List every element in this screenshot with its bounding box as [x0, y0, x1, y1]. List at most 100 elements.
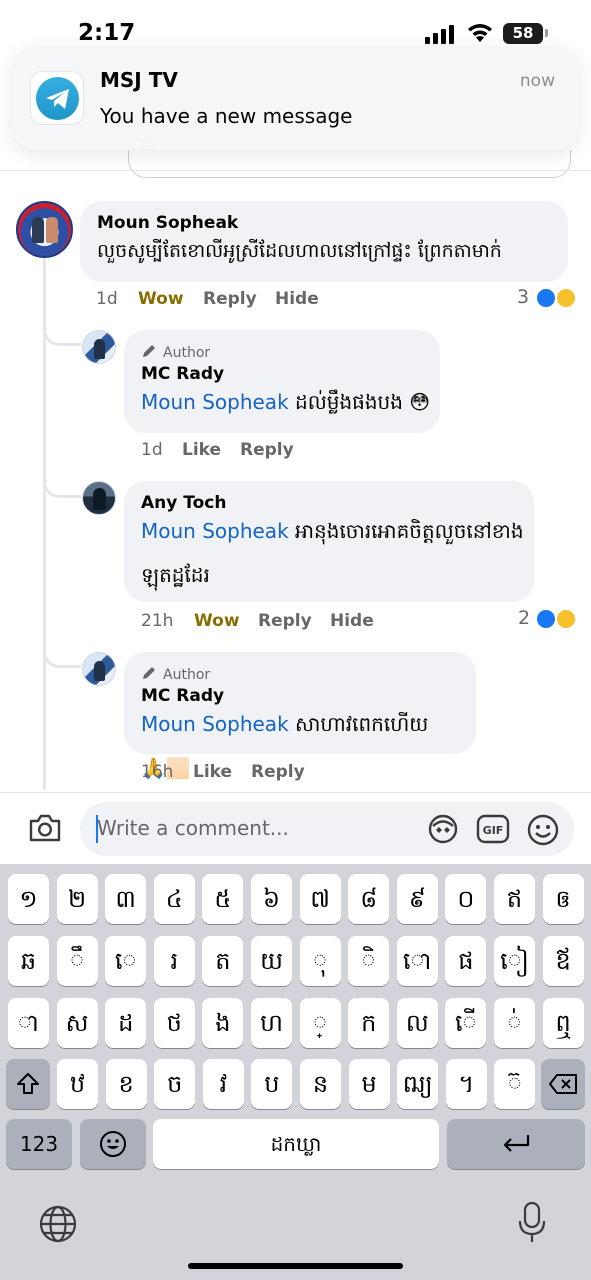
letter-key[interactable]: ឪ	[542, 936, 584, 986]
letter-key[interactable]: ា	[8, 998, 49, 1048]
previous-comment-box	[128, 150, 571, 178]
wow-reaction-icon	[555, 608, 577, 630]
letter-key[interactable]: ឥ	[494, 874, 535, 924]
comment-composer: Write a comment... GIF	[0, 792, 591, 864]
mention-link[interactable]: Moun Sopheak	[141, 519, 289, 543]
letter-key[interactable]: ឋ	[57, 1059, 98, 1109]
letter-key[interactable]: ល	[396, 998, 438, 1048]
comment-actions: 1d Like Reply	[141, 440, 341, 464]
letter-key[interactable]: ដ	[105, 998, 147, 1048]
avatar[interactable]	[82, 481, 116, 515]
letter-key[interactable]: ៨	[348, 874, 390, 924]
letter-key[interactable]: ឲ	[542, 874, 584, 924]
shift-icon	[17, 1073, 39, 1094]
letter-key[interactable]: ស	[56, 998, 98, 1048]
letter-key[interactable]: េ	[105, 936, 147, 986]
reply-button[interactable]: Reply	[258, 611, 312, 631]
reaction-summary[interactable]: 2	[518, 607, 582, 633]
like-button[interactable]: Like	[193, 762, 232, 782]
letter-key[interactable]: ៀ	[494, 936, 535, 986]
comment-text: លួចសូម្បីតែខោលីអូស្រីដែលហាលនៅក្រៅផ្ទះ ព្…	[97, 240, 502, 262]
letter-key[interactable]: ង	[202, 998, 244, 1048]
reaction-summary[interactable]: 3	[517, 286, 581, 312]
letter-key[interactable]: ៥	[202, 874, 244, 924]
letter-key[interactable]: ៊	[494, 1059, 536, 1109]
letter-key[interactable]: ត	[202, 936, 244, 986]
letter-key[interactable]: ឆ	[8, 936, 49, 986]
backspace-key[interactable]	[541, 1059, 585, 1109]
avatar[interactable]	[82, 652, 116, 686]
avatar[interactable]	[16, 201, 73, 258]
comment-bubble[interactable]: Moun Sopheak លួចសូម្បីតែខោលីអូស្រីដែលហាល…	[80, 201, 568, 282]
return-key[interactable]	[447, 1119, 585, 1169]
letter-key[interactable]: ិ	[348, 936, 390, 986]
notification-banner[interactable]: MSJ TV You have a new message now	[12, 47, 579, 150]
letter-key[interactable]: ប	[251, 1059, 293, 1109]
comment-bubble[interactable]: Any Toch Moun Sopheak អានុងចោរអោគចិត្តលួ…	[124, 481, 534, 602]
pencil-icon	[143, 667, 155, 679]
letter-key[interactable]: ថ	[153, 998, 195, 1048]
home-indicator	[188, 1263, 403, 1269]
letter-key[interactable]: ន	[300, 1059, 341, 1109]
letter-key[interactable]: ោ	[396, 936, 438, 986]
letter-key[interactable]: ២	[56, 874, 98, 924]
emoji-key-icon	[100, 1131, 126, 1157]
letter-key[interactable]: ១	[8, 874, 49, 924]
mention-link[interactable]: Moun Sopheak	[141, 712, 289, 736]
letter-key[interactable]: ឮ	[542, 998, 584, 1048]
letter-key[interactable]: ៤	[153, 874, 195, 924]
letter-key[interactable]: ់	[494, 998, 535, 1048]
letter-key[interactable]: ៧	[299, 874, 341, 924]
notification-time: now	[519, 71, 555, 91]
notification-body: You have a new message	[100, 104, 353, 128]
letter-key[interactable]: ើ	[445, 998, 487, 1048]
letter-key[interactable]: វ	[202, 1059, 244, 1109]
reply-button[interactable]: Reply	[240, 440, 294, 460]
hide-button[interactable]: Hide	[330, 611, 374, 631]
letter-key[interactable]: ច	[154, 1059, 196, 1109]
letter-key[interactable]: ម	[348, 1059, 390, 1109]
comment-bubble[interactable]: Author MC Rady Moun Sopheak ដល់ម្លឹងផងបង…	[124, 330, 440, 433]
camera-icon[interactable]	[28, 813, 62, 843]
like-button[interactable]: Like	[182, 440, 221, 460]
letter-key[interactable]: ឍ្យ	[397, 1059, 439, 1109]
letter-key[interactable]: ៩	[396, 874, 438, 924]
reply-button[interactable]: Reply	[251, 762, 305, 782]
avatar[interactable]	[82, 330, 116, 364]
space-key[interactable]: ដកឃ្លា	[153, 1119, 439, 1169]
globe-icon[interactable]	[38, 1204, 78, 1244]
letter-key[interactable]: ៦	[251, 874, 292, 924]
author-badge: Author	[141, 665, 210, 683]
shift-key[interactable]	[6, 1059, 50, 1109]
letter-key[interactable]: យ	[251, 936, 292, 986]
status-bar: 2:17 58	[0, 0, 591, 60]
letter-key[interactable]: ខ	[105, 1059, 147, 1109]
hide-button[interactable]: Hide	[275, 289, 319, 309]
mention-link[interactable]: Moun Sopheak	[141, 390, 289, 414]
battery-tip	[545, 29, 548, 37]
letter-key[interactable]: ្	[299, 998, 341, 1048]
comment-bubble[interactable]: Author MC Rady Moun Sopheak សាហាវពេកហើយ🙏…	[124, 652, 476, 780]
emoji-icon[interactable]	[526, 813, 560, 847]
letter-key[interactable]: ក	[348, 998, 390, 1048]
wifi-icon	[468, 24, 492, 42]
letter-key[interactable]: រ	[153, 936, 195, 986]
letter-key[interactable]: ០	[445, 874, 487, 924]
letter-key[interactable]: ៣	[105, 874, 147, 924]
numbers-key[interactable]: 123	[6, 1119, 72, 1169]
microphone-icon[interactable]	[517, 1201, 547, 1245]
avatar-sticker-icon[interactable]	[426, 813, 460, 845]
letter-key[interactable]: ឹ	[56, 936, 98, 986]
comment-time: 1d	[96, 289, 118, 309]
emoji-key[interactable]	[80, 1119, 146, 1169]
wow-reaction-button[interactable]: Wow	[194, 611, 240, 631]
wow-reaction-button[interactable]: Wow	[138, 289, 184, 309]
letter-key[interactable]: ។	[445, 1059, 487, 1109]
letter-key[interactable]: ុ	[299, 936, 341, 986]
gif-icon[interactable]: GIF	[476, 813, 510, 845]
letter-key[interactable]: ហ	[251, 998, 292, 1048]
comment-time: 21h	[141, 611, 174, 631]
reply-button[interactable]: Reply	[203, 289, 257, 309]
letter-key[interactable]: ផ	[445, 936, 487, 986]
comment-input[interactable]: Write a comment... GIF	[80, 802, 574, 856]
